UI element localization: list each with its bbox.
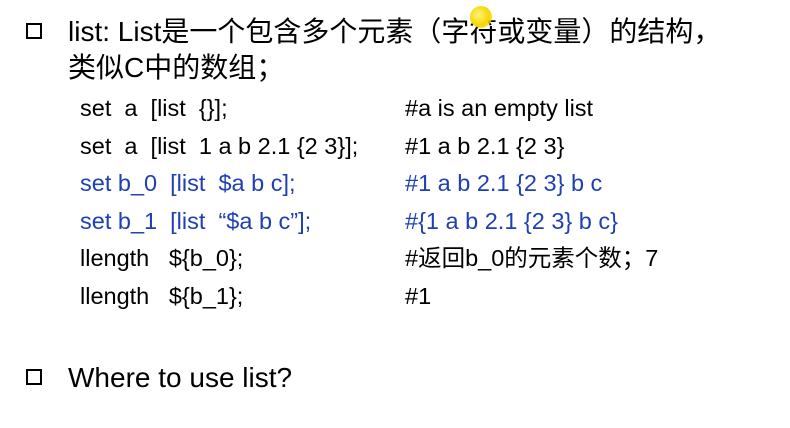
bullet-line-1: list: List是一个包含多个元素（字符或变量）的结构， [68, 16, 722, 47]
code-comment: #{1 a b 2.1 {2 3} b c} [405, 207, 619, 234]
bullet-line-2: 类似C中的数组； [68, 52, 285, 83]
code-command: set b_0 [list $a b c]; [80, 170, 296, 196]
slide: list: List是一个包含多个元素（字符或变量）的结构， 类似C中的数组； … [0, 0, 790, 404]
code-comment: #返回b_0的元素个数；7 [405, 245, 659, 271]
code-command: llength ${b_0}; [80, 245, 244, 271]
code-comment: #a is an empty list [405, 95, 594, 121]
code-command: set b_1 [list “$a b c”]; [80, 207, 312, 234]
bullet-where-to-use: Where to use list? [26, 360, 292, 396]
code-comment: #1 a b 2.1 {2 3} b c [405, 170, 603, 196]
code-comment: #1 [405, 282, 432, 309]
code-line: llength ${b_1}; #1 [80, 278, 770, 316]
code-line: llength ${b_0}; #返回b_0的元素个数；7 [80, 240, 770, 278]
bullet-line-1: Where to use list? [68, 362, 293, 393]
code-example-block: set a [list {}]; #a is an empty list set… [80, 90, 770, 315]
code-line: set a [list 1 a b 2.1 {2 3}]; #1 a b 2.1… [80, 128, 770, 166]
code-command: set a [list 1 a b 2.1 {2 3}]; [80, 132, 359, 159]
checkbox-bullet-icon [26, 23, 42, 39]
code-line-highlighted: set b_0 [list $a b c]; #1 a b 2.1 {2 3} … [80, 165, 770, 203]
bullet-text: Where to use list? [68, 360, 292, 396]
code-comment: #1 a b 2.1 {2 3} [405, 132, 565, 159]
code-command: set a [list {}]; [80, 95, 228, 121]
code-line-highlighted: set b_1 [list “$a b c”]; #{1 a b 2.1 {2 … [80, 203, 770, 241]
code-command: llength ${b_1}; [80, 282, 244, 309]
bullet-text: list: List是一个包含多个元素（字符或变量）的结构， 类似C中的数组； [68, 14, 721, 86]
bullet-list-definition: list: List是一个包含多个元素（字符或变量）的结构， 类似C中的数组； [26, 14, 721, 86]
checkbox-bullet-icon [26, 369, 42, 385]
code-line: set a [list {}]; #a is an empty list [80, 90, 770, 128]
